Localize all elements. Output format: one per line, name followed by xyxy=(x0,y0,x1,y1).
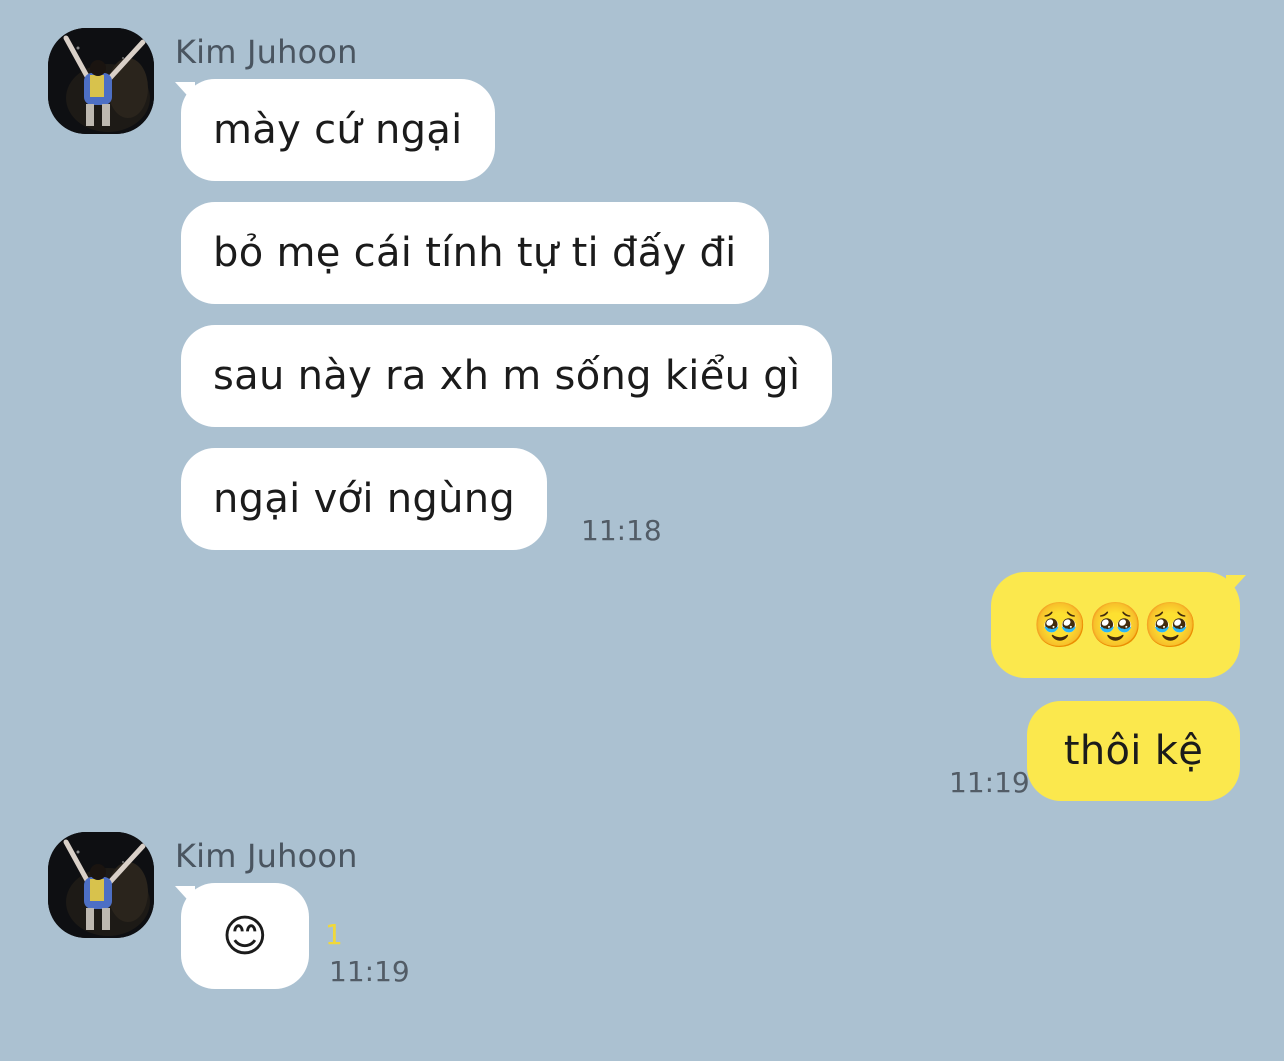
sender-avatar[interactable] xyxy=(48,28,154,134)
message-text: bỏ mẹ cái tính tự ti đấy đi xyxy=(213,230,737,276)
unread-count: 1 xyxy=(325,918,343,951)
message-bubble[interactable]: sau này ra xh m sống kiểu gì xyxy=(181,325,833,427)
message-bubble[interactable]: mày cứ ngại xyxy=(181,79,495,181)
sender-avatar[interactable] xyxy=(48,832,154,938)
message-bubble[interactable]: 😊 xyxy=(181,883,309,989)
message-text: thôi kệ xyxy=(1063,728,1204,774)
pleading-face-emoji: 🥹🥹🥹 xyxy=(1032,600,1199,651)
message-timestamp: 11:18 xyxy=(581,514,662,547)
message-timestamp: 11:19 xyxy=(329,955,410,988)
message-text: mày cứ ngại xyxy=(213,107,463,153)
message-text: ngại với ngùng xyxy=(213,476,516,522)
message-timestamp: 11:19 xyxy=(949,766,1030,799)
my-message-bubble[interactable]: thôi kệ xyxy=(1027,701,1240,801)
sender-name: Kim Juhoon xyxy=(175,33,358,71)
message-text: sau này ra xh m sống kiểu gì xyxy=(213,353,801,399)
avatar-photo-icon xyxy=(48,832,154,938)
smiling-face-emoji: 😊 xyxy=(221,910,269,962)
message-bubble[interactable]: ngại với ngùng xyxy=(181,448,548,550)
avatar-photo-icon xyxy=(48,28,154,134)
my-message-bubble[interactable]: 🥹🥹🥹 xyxy=(991,572,1240,678)
message-bubble[interactable]: bỏ mẹ cái tính tự ti đấy đi xyxy=(181,202,769,304)
sender-name: Kim Juhoon xyxy=(175,837,358,875)
